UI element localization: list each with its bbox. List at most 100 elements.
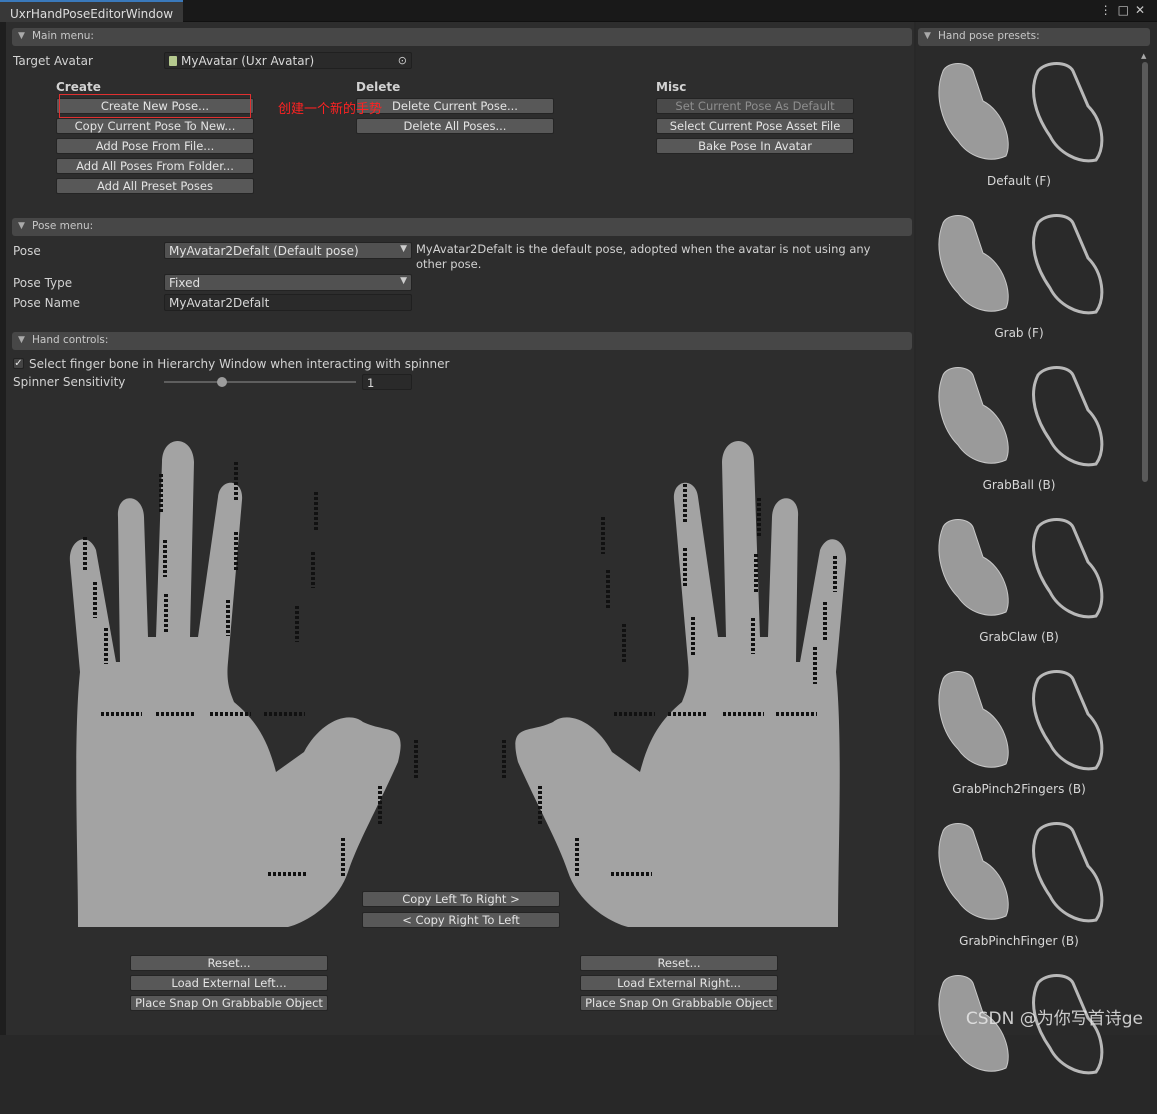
bake-pose-button[interactable]: Bake Pose In Avatar [656,138,854,154]
glove-inside [1034,64,1102,161]
glove-inside [1034,824,1102,921]
copy-right-to-left-button[interactable]: < Copy Right To Left [362,912,560,928]
hand-controls-header[interactable]: ▼Hand controls: [12,332,912,350]
preset-thumbnail [928,208,1128,318]
foldout-icon: ▼ [18,31,25,41]
preset-name: GrabPinchFinger (B) [916,934,1122,948]
chevron-down-icon: ▼ [400,244,407,254]
preset-item[interactable]: GrabBall (B) [916,354,1140,506]
slider-thumb[interactable] [217,377,227,387]
glove-pair-image [928,208,1128,318]
object-picker-icon[interactable]: ⊙ [398,54,407,67]
left-hand[interactable] [70,441,401,927]
preset-item[interactable]: Grab (F) [916,202,1140,354]
chevron-down-icon: ▼ [400,276,407,286]
close-icon[interactable]: ✕ [1135,3,1151,17]
hand-pose-presets-panel: ▼ Hand pose presets: Default (F) Grab (F) G… [916,22,1157,1035]
target-avatar-value: MyAvatar (Uxr Avatar) [181,54,314,68]
maximize-icon[interactable]: □ [1118,3,1135,17]
load-external-right-button[interactable]: Load External Right... [580,975,778,991]
preset-item[interactable]: GrabPinch2Fingers (B) [916,658,1140,810]
add-pose-from-file-button[interactable]: Add Pose From File... [56,138,254,154]
pose-name-input[interactable]: MyAvatar2Defalt [164,294,412,311]
preset-thumbnail [928,664,1128,774]
copy-current-pose-button[interactable]: Copy Current Pose To New... [56,118,254,134]
pose-menu-header[interactable]: ▼Pose menu: [12,218,912,236]
scrollbar-thumb[interactable] [1142,62,1148,482]
pose-type-value: Fixed [169,276,200,290]
preset-item[interactable]: GrabClaw (B) [916,506,1140,658]
main-menu-title: Main menu: [32,30,94,42]
glove-inside [1034,368,1102,465]
delete-current-pose-button[interactable]: Delete Current Pose... [356,98,554,114]
spinner-sensitivity-label: Spinner Sensitivity [13,375,125,389]
preset-thumbnail [928,816,1128,926]
place-snap-left-button[interactable]: Place Snap On Grabbable Object [130,995,328,1011]
select-finger-checkbox[interactable]: ✓ [13,358,24,369]
pose-name-label: Pose Name [13,296,80,310]
place-snap-right-button[interactable]: Place Snap On Grabbable Object [580,995,778,1011]
preset-name: GrabClaw (B) [916,630,1122,644]
glove-outside [939,520,1008,616]
pose-dropdown[interactable]: MyAvatar2Defalt (Default pose)▼ [164,242,412,259]
right-hand[interactable] [515,441,846,927]
presets-header[interactable]: ▼ Hand pose presets: [918,28,1150,46]
select-finger-label: Select finger bone in Hierarchy Window w… [29,357,449,371]
glove-pair-image [928,512,1128,622]
glove-pair-image [928,664,1128,774]
pose-type-label: Pose Type [13,276,72,290]
main-panel: ▼ Main menu: Target Avatar MyAvatar (Uxr … [6,22,914,1035]
foldout-icon: ▼ [924,31,931,41]
preset-thumbnail [928,56,1128,166]
pose-label: Pose [13,244,41,258]
spinner-sensitivity-slider[interactable] [164,381,356,383]
presets-title: Hand pose presets: [938,30,1040,42]
misc-title: Misc [656,80,686,94]
target-avatar-field[interactable]: MyAvatar (Uxr Avatar) ⊙ [164,52,412,69]
glove-inside [1034,672,1102,769]
more-options-icon[interactable]: ⋮ [1100,3,1118,17]
delete-title: Delete [356,80,400,94]
preset-thumbnail [928,512,1128,622]
pose-type-dropdown[interactable]: Fixed ▼ [164,274,412,291]
reset-left-button[interactable]: Reset... [130,955,328,971]
set-default-pose-button[interactable]: Set Current Pose As Default [656,98,854,114]
create-title: Create [56,80,101,94]
preset-name: GrabPinch2Fingers (B) [916,782,1122,796]
glove-outside [939,216,1008,312]
preset-name: Grab (F) [916,326,1122,340]
add-all-preset-poses-button[interactable]: Add All Preset Poses [56,178,254,194]
watermark: CSDN @为你写首诗ge [966,1004,1143,1029]
pose-info-text: MyAvatar2Defalt is the default pose, ado… [416,242,901,272]
scroll-up-icon[interactable]: ▲ [1141,52,1146,60]
glove-inside [1034,216,1102,313]
load-external-left-button[interactable]: Load External Left... [130,975,328,991]
preset-thumbnail [928,360,1128,470]
reset-right-button[interactable]: Reset... [580,955,778,971]
hands-canvas [58,422,858,932]
delete-all-poses-button[interactable]: Delete All Poses... [356,118,554,134]
preset-name: GrabBall (B) [916,478,1122,492]
annotation-highlight-box [59,94,251,118]
glove-outside [939,672,1008,768]
preset-item[interactable]: GrabPinchFinger (B) [916,810,1140,962]
window-controls: ⋮□✕ [1100,3,1151,17]
copy-left-to-right-button[interactable]: Copy Left To Right > [362,891,560,907]
glove-outside [939,64,1008,160]
presets-scrollbar[interactable]: ▲ [1140,50,1150,1035]
window-tab[interactable]: UxrHandPoseEditorWindow [0,0,183,22]
glove-pair-image [928,360,1128,470]
target-avatar-label: Target Avatar [13,54,93,68]
add-all-poses-from-folder-button[interactable]: Add All Poses From Folder... [56,158,254,174]
glove-inside [1034,520,1102,617]
script-icon [169,56,177,66]
spinner-sensitivity-input[interactable]: 1 [362,374,412,390]
annotation-text: 创建一个新的手势 [278,98,382,117]
foldout-icon: ▼ [18,221,25,231]
glove-outside [939,368,1008,464]
main-menu-header[interactable]: ▼ Main menu: [12,28,912,46]
preset-item[interactable]: Default (F) [916,50,1140,202]
glove-pair-image [928,56,1128,166]
preset-item[interactable] [916,962,1140,1114]
select-pose-asset-button[interactable]: Select Current Pose Asset File [656,118,854,134]
